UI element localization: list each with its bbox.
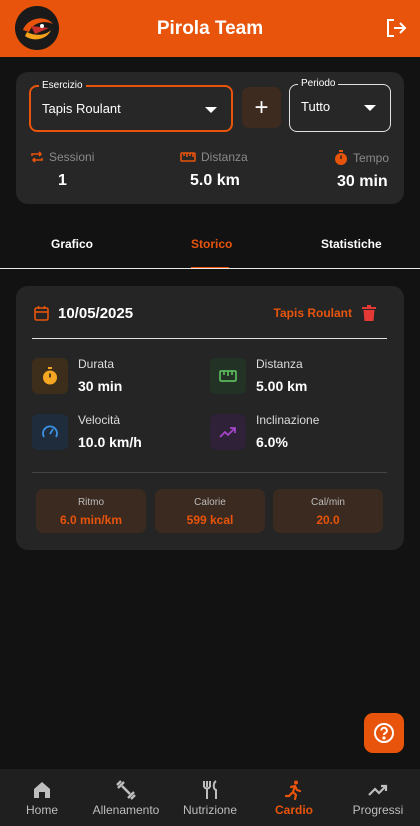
nav-nutrizione[interactable]: Nutrizione	[168, 769, 252, 826]
stat-distance-label: Distanza	[201, 150, 248, 164]
nav-progressi[interactable]: Progressi	[336, 769, 420, 826]
page-title: Pirola Team	[156, 17, 264, 39]
app-header: Pirola Team	[0, 0, 420, 57]
nav-home[interactable]: Home	[0, 769, 84, 826]
metric-incline: Inclinazione 6.0%	[210, 413, 320, 450]
stat-distance: Distanza 5.0 km	[180, 150, 248, 190]
tab-statistiche[interactable]: Statistiche	[321, 237, 382, 251]
session-card[interactable]: 10/05/2025 Tapis Roulant Durata 30 min D…	[16, 286, 404, 550]
session-exercise: Tapis Roulant	[273, 306, 352, 320]
stat-sessions: Sessioni 1	[30, 150, 94, 190]
ruler-icon	[180, 152, 196, 162]
nav-cardio[interactable]: Cardio	[252, 769, 336, 826]
nav-allenamento[interactable]: Allenamento	[84, 769, 168, 826]
help-icon	[374, 723, 394, 743]
period-select-label: Periodo	[298, 78, 339, 89]
home-icon	[34, 782, 50, 798]
stopwatch-icon	[32, 358, 68, 394]
nav-nutrizione-label: Nutrizione	[182, 803, 238, 817]
metric-speed-value: 10.0 km/h	[78, 434, 142, 450]
exercise-select[interactable]: Esercizio Tapis Roulant	[29, 80, 233, 132]
exercise-select-value: Tapis Roulant	[42, 101, 121, 116]
stat-sessions-label: Sessioni	[49, 150, 95, 164]
nav-home-label: Home	[25, 803, 58, 817]
filter-card: Esercizio Tapis Roulant + Periodo Tutto …	[16, 72, 404, 204]
pill-calories-label: Calorie	[194, 497, 226, 508]
metric-incline-value: 6.0%	[256, 434, 288, 450]
tabs-divider	[0, 268, 420, 269]
pill-pace: Ritmo 6.0 min/km	[36, 489, 146, 533]
pill-pace-value: 6.0 min/km	[59, 513, 123, 527]
nav-allenamento-label: Allenamento	[92, 803, 160, 817]
period-select[interactable]: Periodo Tutto	[289, 78, 391, 132]
utensils-icon	[203, 780, 217, 799]
running-icon	[284, 780, 302, 801]
metric-distance: Distanza 5.00 km	[210, 357, 308, 394]
pill-pace-label: Ritmo	[77, 497, 105, 508]
tab-storico[interactable]: Storico	[191, 237, 232, 251]
metric-duration-value: 30 min	[78, 378, 123, 394]
tab-grafico[interactable]: Grafico	[51, 237, 93, 251]
metric-speed-label: Velocità	[78, 413, 121, 427]
stat-time: Tempo 30 min	[334, 150, 389, 191]
metric-distance-value: 5.00 km	[256, 378, 308, 394]
chevron-down-icon	[364, 105, 376, 111]
metric-distance-label: Distanza	[256, 357, 303, 371]
trending-up-icon	[368, 784, 388, 796]
pill-cal-per-min: Cal/min 20.0	[273, 489, 383, 533]
calendar-icon	[34, 306, 49, 321]
ruler-icon	[210, 358, 246, 394]
metric-duration: Durata 30 min	[32, 357, 123, 394]
stat-time-label: Tempo	[353, 150, 390, 165]
exercise-select-label: Esercizio	[39, 80, 86, 91]
metric-incline-label: Inclinazione	[256, 413, 320, 427]
stat-sessions-value: 1	[58, 172, 67, 189]
repeat-icon	[31, 151, 43, 163]
metric-duration-label: Durata	[78, 357, 115, 371]
pill-cal-per-min-value: 20.0	[316, 513, 340, 527]
speedometer-icon	[32, 414, 68, 450]
pill-cal-per-min-label: Cal/min	[311, 497, 345, 508]
nav-progressi-label: Progressi	[352, 803, 404, 817]
stat-distance-value: 5.0 km	[190, 172, 240, 189]
team-logo	[15, 6, 59, 50]
bottom-nav: Home Allenamento Nutrizione Cardio Progr…	[0, 769, 420, 826]
metric-speed: Velocità 10.0 km/h	[32, 413, 142, 450]
tab-bar: Grafico Storico Statistiche	[0, 225, 420, 270]
trash-icon[interactable]	[362, 305, 376, 321]
pill-calories-value: 599 kcal	[186, 513, 234, 527]
card-divider-secondary	[32, 472, 387, 473]
session-date: 10/05/2025	[58, 305, 134, 322]
add-exercise-button[interactable]: +	[242, 87, 281, 128]
stat-time-value: 30 min	[337, 173, 388, 190]
card-divider	[32, 338, 387, 339]
nav-cardio-label: Cardio	[274, 803, 313, 817]
trending-up-icon	[210, 414, 246, 450]
stopwatch-icon	[335, 150, 347, 165]
period-select-value: Tutto	[301, 99, 331, 114]
dumbbell-icon	[116, 780, 136, 800]
help-button[interactable]	[364, 713, 404, 753]
logout-icon[interactable]	[384, 16, 408, 40]
chevron-down-icon	[205, 107, 217, 113]
pill-calories: Calorie 599 kcal	[155, 489, 265, 533]
